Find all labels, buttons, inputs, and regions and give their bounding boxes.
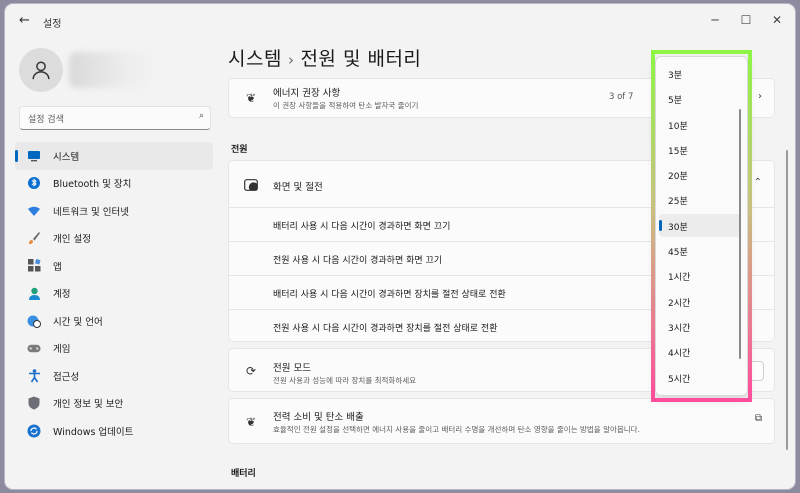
accessibility-icon <box>27 368 41 383</box>
back-arrow-icon[interactable]: ← <box>19 13 30 28</box>
wifi-icon <box>27 204 41 218</box>
sidebar-item-bluetooth[interactable]: Bluetooth 및 장치 <box>15 170 213 198</box>
breadcrumb-current: 전원 및 배터리 <box>300 48 422 70</box>
close-button[interactable]: ✕ <box>767 11 787 29</box>
chevron-up-icon[interactable]: ⌃ <box>754 177 762 188</box>
section-battery-label: 배터리 <box>231 469 256 479</box>
sidebar-item-accessibility[interactable]: 접근성 <box>15 362 213 390</box>
power-mode-title: 전원 모드 <box>273 363 311 374</box>
row-label: 전원 사용 시 다음 시간이 경과하면 화면 끄기 <box>273 256 443 266</box>
update-icon <box>27 424 41 438</box>
sidebar-item-apps[interactable]: 앱 <box>15 252 213 280</box>
sidebar-item-label: 게임 <box>53 344 71 356</box>
row-label: 전원 사용 시 다음 시간이 경과하면 장치를 절전 상태로 전환 <box>273 324 498 334</box>
avatar[interactable] <box>19 48 63 92</box>
row-label: 배터리 사용 시 다음 시간이 경과하면 장치를 절전 상태로 전환 <box>273 290 506 300</box>
breadcrumb-separator: › <box>287 51 295 69</box>
energy-title: 에너지 권장 사항 <box>273 88 341 99</box>
user-name-blurred <box>69 52 159 88</box>
external-link-icon[interactable]: ⧉ <box>755 413 762 424</box>
sidebar-item-accounts[interactable]: 계정 <box>15 280 213 308</box>
sidebar-item-label: 앱 <box>53 261 62 273</box>
annotation-highlight-box <box>651 50 752 402</box>
sidebar-item-time-language[interactable]: 시간 및 언어 <box>15 307 213 335</box>
gamepad-icon <box>27 341 41 355</box>
sidebar-item-label: 네트워크 및 인터넷 <box>53 206 129 218</box>
energy-subtitle: 이 권장 사항들을 적용하여 탄소 발자국 줄이기 <box>273 101 419 110</box>
search-input[interactable] <box>20 109 180 131</box>
chevron-right-icon[interactable]: › <box>758 91 762 102</box>
sidebar-item-label: 시스템 <box>53 151 80 163</box>
leaf-icon: ❦ <box>245 415 257 429</box>
sidebar-item-label: Bluetooth 및 장치 <box>53 179 132 191</box>
maximize-button[interactable]: ☐ <box>736 11 756 29</box>
sidebar-item-label: 시간 및 언어 <box>53 316 103 328</box>
screen-sleep-icon <box>243 177 259 193</box>
power-mode-subtitle: 전원 사용과 성능에 따라 장치를 최적화하세요 <box>273 376 417 385</box>
title-bar: ← 설정 ─ ☐ ✕ <box>5 4 795 36</box>
energy-count: 3 of 7 <box>609 92 634 102</box>
shield-icon <box>27 396 41 410</box>
app-title: 설정 <box>43 19 62 30</box>
bluetooth-icon <box>27 176 41 190</box>
power-usage-subtitle: 효율적인 전원 설정을 선택하면 에너지 사용을 줄이고 배터리 수명을 개선하… <box>273 425 640 434</box>
page-title: 시스템 › 전원 및 배터리 <box>228 44 421 71</box>
power-usage-title: 전력 소비 및 탄소 배출 <box>273 412 364 423</box>
sidebar-item-label: 개인 정보 및 보안 <box>53 399 124 411</box>
row-label: 배터리 사용 시 다음 시간이 경과하면 화면 끄기 <box>273 222 451 232</box>
sidebar-item-privacy[interactable]: 개인 정보 및 보안 <box>15 390 213 418</box>
sidebar-item-gaming[interactable]: 게임 <box>15 335 213 363</box>
search-icon[interactable]: ⌕ <box>199 111 204 121</box>
power-mode-icon: ⟳ <box>245 364 257 378</box>
person-icon <box>32 61 50 80</box>
sidebar-item-label: 접근성 <box>53 371 80 383</box>
leaf-icon: ❦ <box>245 91 257 105</box>
sidebar-item-network[interactable]: 네트워크 및 인터넷 <box>15 197 213 225</box>
globe-clock-icon <box>27 314 41 328</box>
minimize-button[interactable]: ─ <box>705 11 725 29</box>
sidebar-item-system[interactable]: 시스템 <box>15 142 213 170</box>
sidebar-item-label: Windows 업데이트 <box>53 426 134 438</box>
sidebar: ⌕ 시스템 Bluetooth 및 장치 네트워크 및 인터넷 개인 설정 앱 <box>5 36 220 489</box>
sidebar-item-windows-update[interactable]: Windows 업데이트 <box>15 417 213 445</box>
breadcrumb-parent[interactable]: 시스템 <box>228 48 282 70</box>
sidebar-item-label: 계정 <box>53 289 71 301</box>
monitor-icon <box>27 149 41 163</box>
search-box[interactable]: ⌕ <box>19 106 211 131</box>
power-usage-card[interactable]: ❦ 전력 소비 및 탄소 배출 효율적인 전원 설정을 선택하면 에너지 사용을… <box>228 398 775 444</box>
screen-sleep-title: 화면 및 절전 <box>273 182 323 193</box>
brush-icon <box>27 231 41 245</box>
apps-icon <box>27 259 41 273</box>
sidebar-item-personalization[interactable]: 개인 설정 <box>15 225 213 253</box>
sidebar-nav: 시스템 Bluetooth 및 장치 네트워크 및 인터넷 개인 설정 앱 계정 <box>15 142 213 445</box>
sidebar-item-label: 개인 설정 <box>53 234 91 246</box>
person-icon <box>27 286 41 300</box>
main-scrollbar[interactable] <box>786 150 788 450</box>
section-power-label: 전원 <box>231 145 248 155</box>
